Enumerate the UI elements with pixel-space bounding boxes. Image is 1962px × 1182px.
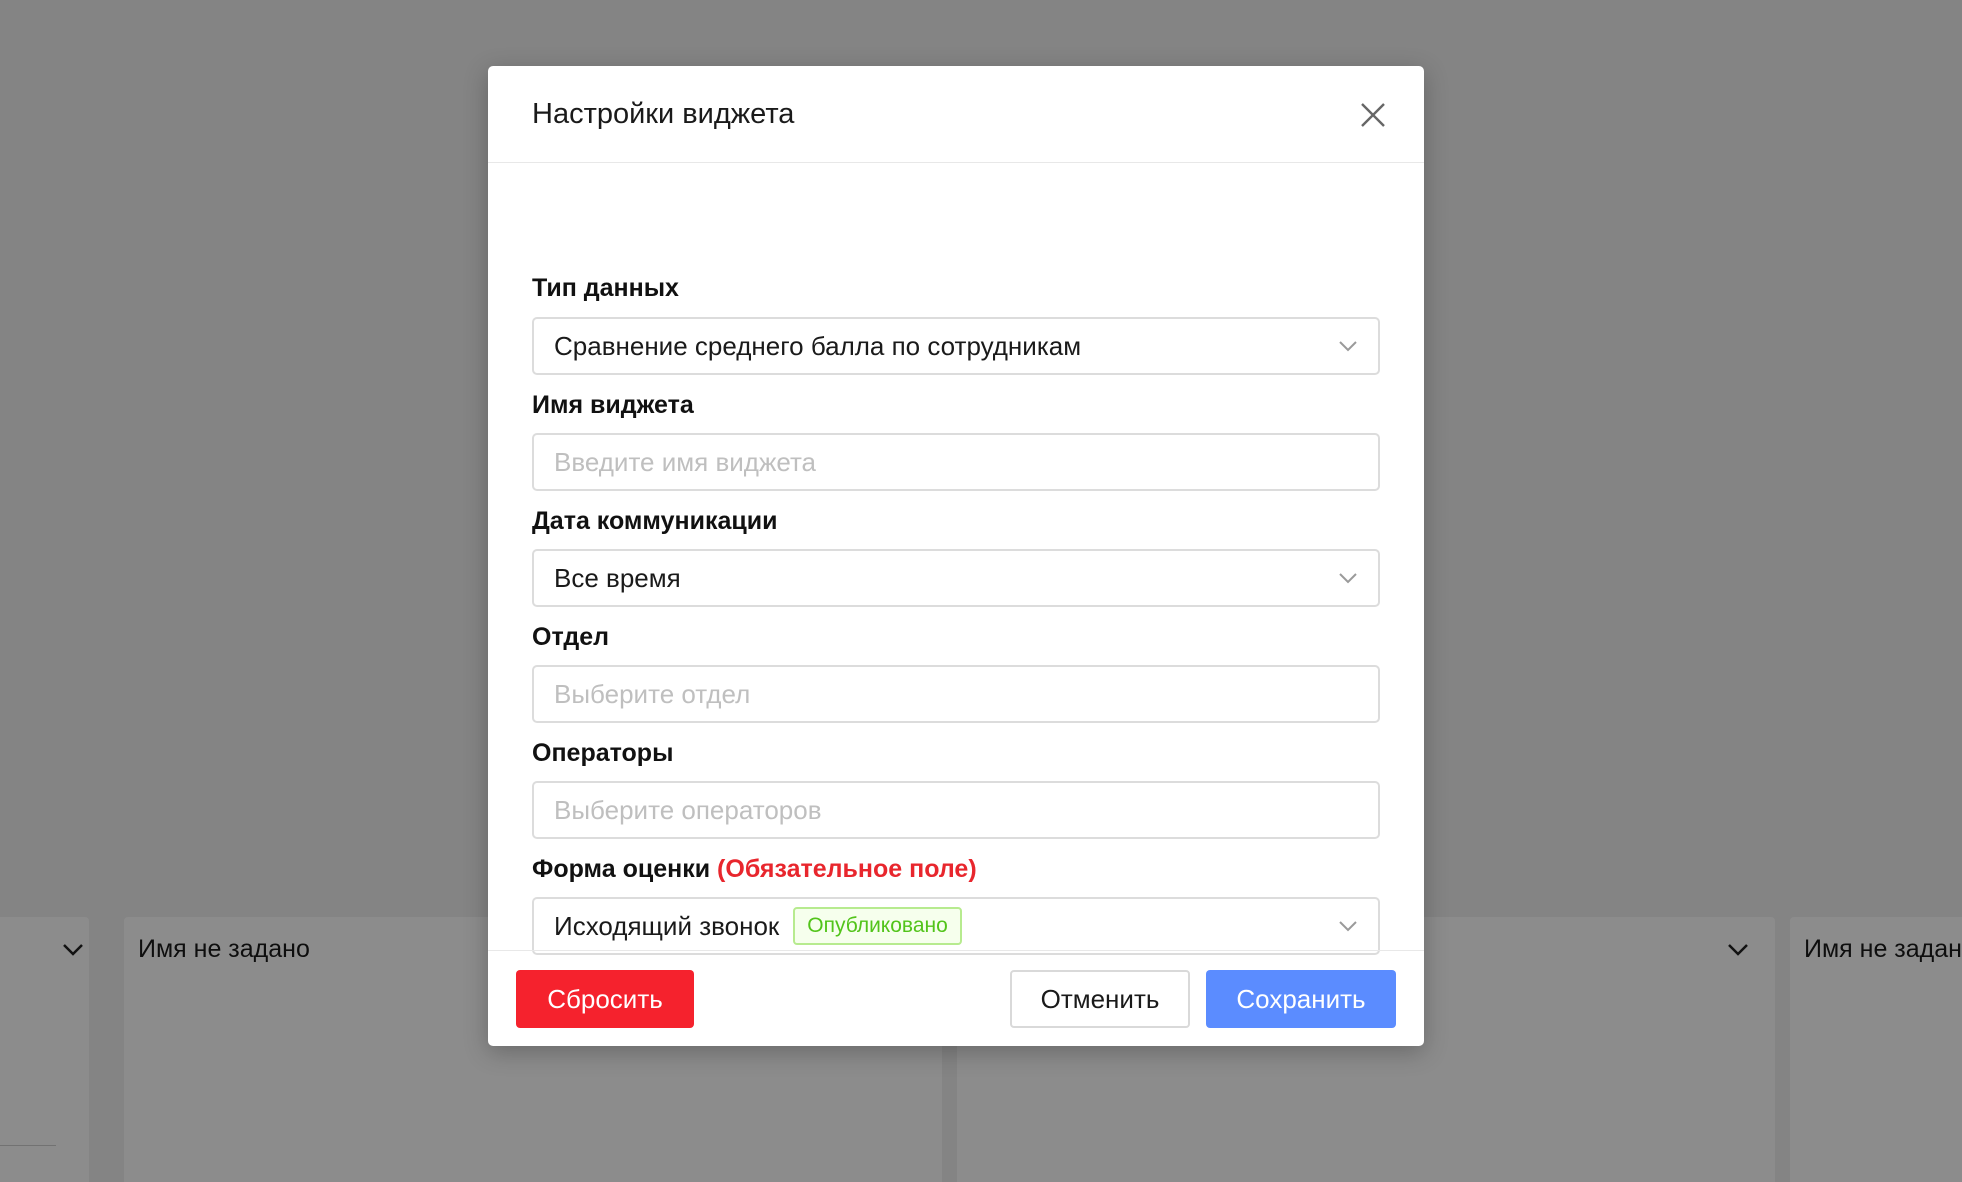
eval-form-value: Исходящий звонок	[554, 910, 780, 941]
widget-settings-modal: Настройки виджета Тип данных Сравнение с…	[488, 66, 1424, 1046]
comm-date-label: Дата коммуникации	[532, 507, 778, 535]
widget-name-label: Имя виджета	[532, 391, 694, 419]
close-icon[interactable]	[1358, 100, 1388, 130]
department-placeholder: Выберите отдел	[554, 678, 751, 709]
modal-footer: Сбросить Отменить Сохранить	[488, 950, 1424, 1046]
operators-select[interactable]: Выберите операторов	[532, 781, 1380, 839]
operators-label: Операторы	[532, 739, 674, 767]
data-type-label: Тип данных	[532, 274, 679, 302]
save-button[interactable]: Сохранить	[1206, 970, 1396, 1028]
chevron-down-icon	[1339, 573, 1357, 584]
eval-form-label: Форма оценки (Обязательное поле)	[532, 855, 977, 884]
eval-form-select[interactable]: Исходящий звонок Опубликовано	[532, 897, 1380, 955]
department-select[interactable]: Выберите отдел	[532, 665, 1380, 723]
chevron-down-icon	[1339, 341, 1357, 352]
status-badge: Опубликовано	[793, 907, 962, 945]
comm-date-select[interactable]: Все время	[532, 549, 1380, 607]
cancel-button[interactable]: Отменить	[1010, 970, 1190, 1028]
required-note: (Обязательное поле)	[717, 855, 977, 883]
eval-form-label-text: Форма оценки	[532, 855, 711, 883]
operators-placeholder: Выберите операторов	[554, 794, 822, 825]
modal-header: Настройки виджета	[488, 66, 1424, 163]
department-label: Отдел	[532, 623, 610, 651]
chevron-down-icon	[1339, 921, 1357, 932]
modal-title: Настройки виджета	[532, 98, 795, 130]
widget-name-placeholder: Введите имя виджета	[554, 446, 817, 477]
widget-name-input[interactable]: Введите имя виджета	[532, 433, 1380, 491]
data-type-value: Сравнение среднего балла по сотрудникам	[554, 330, 1082, 361]
reset-button[interactable]: Сбросить	[516, 970, 694, 1028]
data-type-select[interactable]: Сравнение среднего балла по сотрудникам	[532, 317, 1380, 375]
comm-date-value: Все время	[554, 562, 681, 593]
